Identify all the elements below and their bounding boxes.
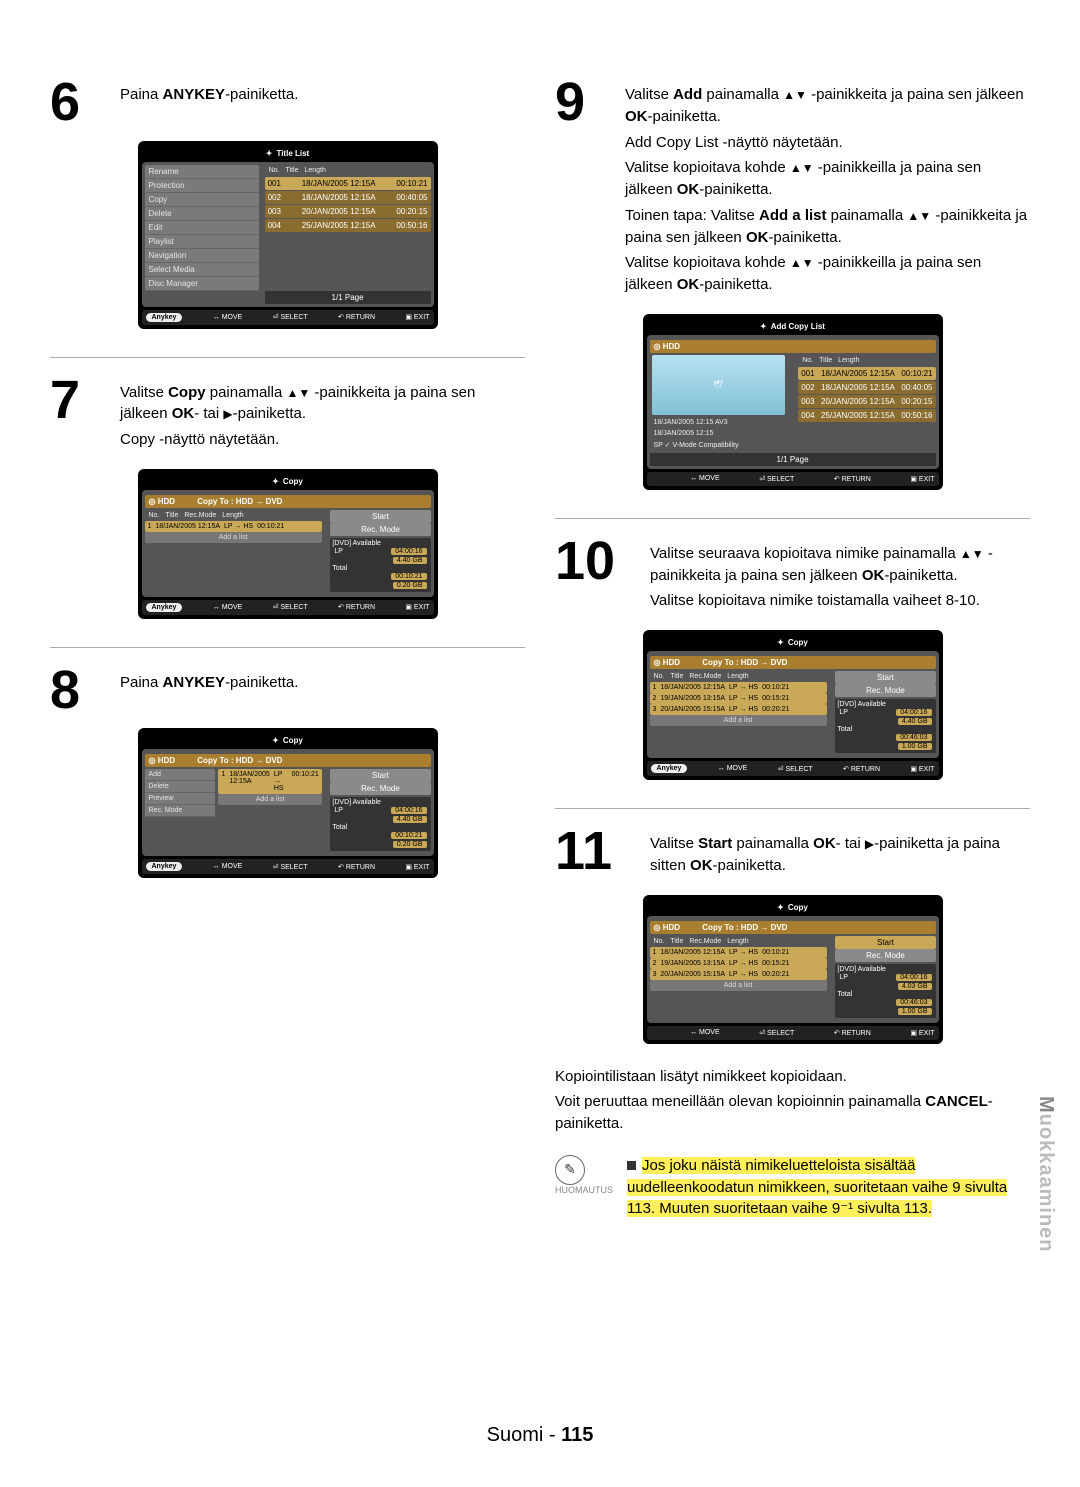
step-11: 11 Valitse Start painamalla OK- tai ▶-pa… xyxy=(555,809,1030,1248)
osd-add-copy-list: Add Copy List ◎ HDD No.TitleLength 00118… xyxy=(643,314,943,490)
play-icon: ▶ xyxy=(223,407,232,421)
osd-list: No.TitleLength 00118/JAN/2005 12:15A00:1… xyxy=(265,165,431,304)
osd-title-list: Title List Rename Protection Copy Delete… xyxy=(138,141,438,329)
menu-item: Disc Manager xyxy=(145,277,259,291)
menu-item: Select Media xyxy=(145,263,259,277)
osd-footer: Anykey ↔ MOVE ⏎ SELECT ↶ RETURN ▣ EXIT xyxy=(142,310,434,325)
osd-header: Copy xyxy=(142,473,434,490)
play-icon: ▶ xyxy=(865,837,874,851)
osd-copy-7: Copy ◎ HDD Copy To : HDD → DVD Start Rec… xyxy=(138,469,438,619)
menu-item: Edit xyxy=(145,221,259,235)
osd-copy-10: Copy ◎ HDD Copy To : HDD → DVD Start Rec… xyxy=(643,630,943,780)
bullet-icon xyxy=(627,1161,636,1170)
text: Paina xyxy=(120,86,163,103)
section-tab: Muokkaaminen xyxy=(1034,1090,1080,1320)
up-down-icon: ▲▼ xyxy=(790,256,814,270)
osd-copy-11: Copy ◎ HDD Copy To : HDD → DVD Start Rec… xyxy=(643,895,943,1044)
osd-menu: Rename Protection Copy Delete Edit Playl… xyxy=(145,165,259,291)
up-down-icon: ▲▼ xyxy=(286,386,310,400)
menu-item: Copy xyxy=(145,193,259,207)
step-number: 6 xyxy=(50,78,110,127)
step-number: 8 xyxy=(50,666,110,715)
up-down-icon: ▲▼ xyxy=(783,88,807,102)
after-step-11-text: Kopiointilistaan lisätyt nimikkeet kopio… xyxy=(555,1060,1030,1135)
menu-item: Navigation xyxy=(145,249,259,263)
osd-page: 1/1 Page xyxy=(265,291,431,304)
note-box: ✎ HUOMAUTUS Jos joku näistä nimikeluette… xyxy=(555,1155,1030,1220)
step-number: 11 xyxy=(555,827,640,876)
menu-item: Playlist xyxy=(145,235,259,249)
menu-item: Delete xyxy=(145,207,259,221)
step-10: 10 Valitse seuraava kopioitava nimike pa… xyxy=(555,519,1030,809)
menu-item: Protection xyxy=(145,179,259,193)
menu-item: Rename xyxy=(145,165,259,179)
osd-copy-8: Copy ◎ HDD Copy To : HDD → DVD Start Rec… xyxy=(138,728,438,878)
step-number: 7 xyxy=(50,376,110,425)
right-column: 9 Valitse Add painamalla ▲▼ -painikkeita… xyxy=(555,60,1030,1248)
osd-header: Title List xyxy=(142,145,434,162)
step-9: 9 Valitse Add painamalla ▲▼ -painikkeita… xyxy=(555,60,1030,519)
step-7: 7 Valitse Copy painamalla ▲▼ -painikkeit… xyxy=(50,358,525,648)
step-body: Valitse Copy painamalla ▲▼ -painikkeita … xyxy=(120,376,525,455)
note-icon: ✎ xyxy=(555,1155,585,1185)
step-8: 8 Paina ANYKEY-painiketta. Copy ◎ HDD Co… xyxy=(50,648,525,907)
step-body: Paina ANYKEY-painiketta. xyxy=(120,78,525,110)
note-label: HUOMAUTUS xyxy=(555,1185,613,1195)
step-number: 9 xyxy=(555,78,615,127)
page-footer: Suomi - 115 xyxy=(0,1424,1080,1447)
text: -painiketta. xyxy=(225,86,298,103)
left-column: 6 Paina ANYKEY-painiketta. Title List Re… xyxy=(50,60,525,1248)
text-bold: ANYKEY xyxy=(163,86,226,103)
manual-page: 6 Paina ANYKEY-painiketta. Title List Re… xyxy=(0,0,1080,1487)
up-down-icon: ▲▼ xyxy=(907,209,931,223)
step-6: 6 Paina ANYKEY-painiketta. Title List Re… xyxy=(50,60,525,358)
note-text: Jos joku näistä nimikeluetteloista sisäl… xyxy=(627,1155,1030,1220)
up-down-icon: ▲▼ xyxy=(790,161,814,175)
step-number: 10 xyxy=(555,537,640,586)
preview-thumbnail: 🕊 xyxy=(652,355,785,415)
up-down-icon: ▲▼ xyxy=(960,547,984,561)
